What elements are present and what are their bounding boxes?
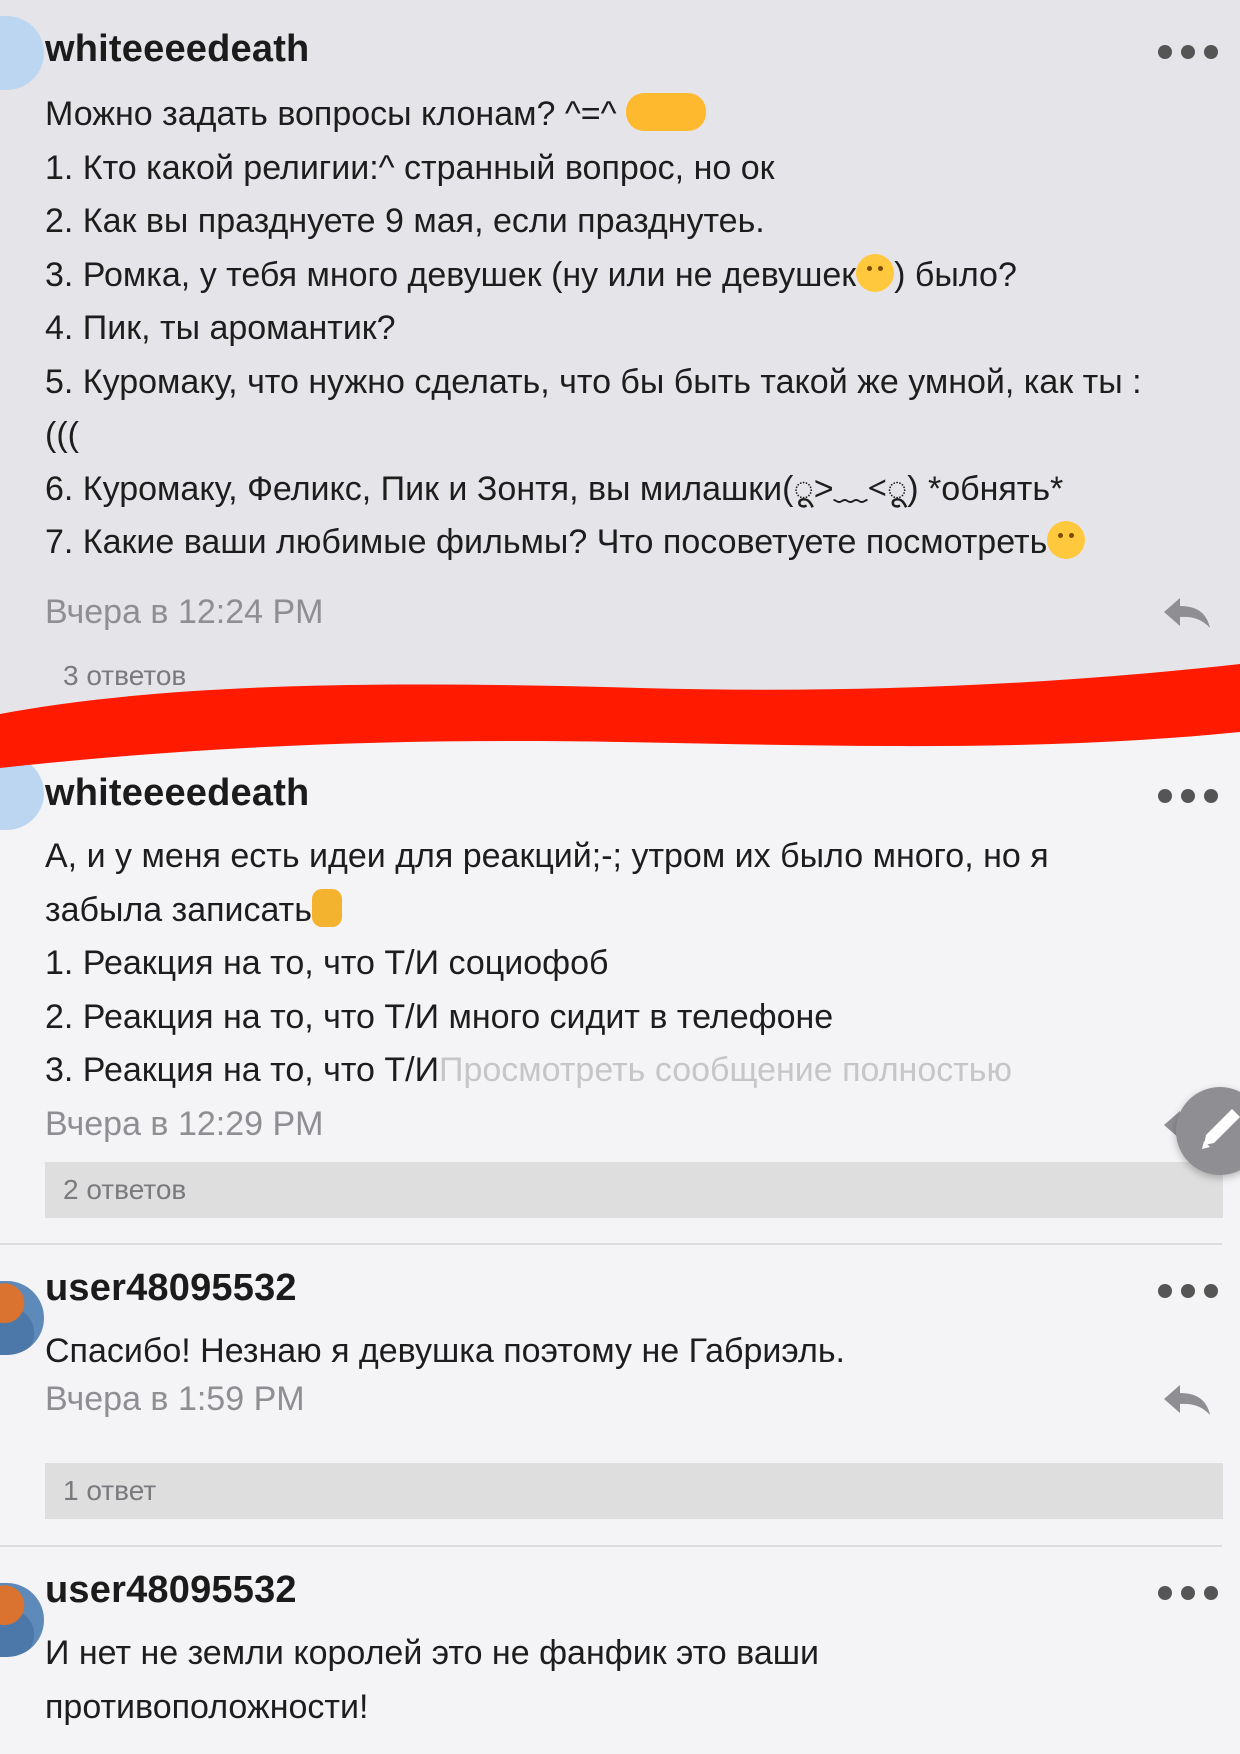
comment-4: user48095532 И нет не земли королей это … bbox=[0, 1547, 1240, 1754]
comment-line: 1. Кто какой религии:^ странный вопрос, … bbox=[45, 148, 775, 187]
pointing-hands-emoji bbox=[626, 93, 707, 131]
comment-body: А, и у меня есть идеи для реакций;-; утр… bbox=[45, 830, 1225, 1098]
kaomoji: ू>﹏<ू bbox=[793, 469, 908, 508]
comment-body: Спасибо! Незнаю я девушка поэтому не Габ… bbox=[45, 1325, 1225, 1379]
comment-line: 3. Ромка, у тебя много девушек (ну или н… bbox=[45, 253, 1017, 294]
avatar[interactable] bbox=[0, 16, 44, 90]
reply-icon[interactable] bbox=[1160, 592, 1214, 632]
comment-body: И нет не земли королей это не фанфик это… bbox=[45, 1627, 1225, 1734]
avatar[interactable] bbox=[0, 1583, 44, 1657]
comment-line: 2. Реакция на то, что Т/И много сидит в … bbox=[45, 997, 834, 1036]
more-options-icon[interactable] bbox=[1158, 42, 1218, 62]
replies-count[interactable]: 3 ответов bbox=[45, 648, 1223, 704]
timestamp: Вчера в 1:59 PM bbox=[45, 1380, 305, 1418]
thumbs-up-emoji bbox=[311, 888, 342, 927]
more-options-icon[interactable] bbox=[1158, 786, 1218, 806]
username[interactable]: whiteeeedeath bbox=[45, 772, 309, 815]
comment-body: Можно задать вопросы клонам? ^=^ 1. Кто … bbox=[45, 88, 1225, 570]
comment-line: ((( bbox=[45, 416, 79, 454]
more-options-icon[interactable] bbox=[1158, 1281, 1218, 1301]
timestamp: Вчера в 12:24 PM bbox=[45, 593, 324, 631]
smile-emoji bbox=[856, 253, 895, 292]
avatar[interactable] bbox=[0, 1281, 44, 1355]
comment-1: whiteeeedeath Можно задать вопросы клона… bbox=[0, 0, 1240, 730]
comment-line: 5. Куромаку, что нужно сделать, что бы б… bbox=[45, 362, 1142, 401]
replies-count[interactable]: 2 ответов bbox=[45, 1162, 1223, 1218]
comment-line: 4. Пик, ты аромантик? bbox=[45, 309, 396, 347]
comment-line: А, и у меня есть идеи для реакций;-; утр… bbox=[45, 837, 1049, 875]
comment-line: забыла записать bbox=[45, 884, 1225, 938]
comment-line: противоположности! bbox=[45, 1687, 369, 1726]
comment-line: Спасибо! Незнаю я девушка поэтому не Габ… bbox=[45, 1332, 845, 1370]
username[interactable]: user48095532 bbox=[45, 1267, 297, 1310]
comment-line: 1. Реакция на то, что Т/И социофоб bbox=[45, 944, 609, 982]
comment-line: 6. Куромаку, Феликс, Пик и Зонтя, вы мил… bbox=[45, 469, 1064, 508]
sneeze-emoji bbox=[1047, 521, 1086, 559]
view-full-message-link[interactable]: Просмотреть сообщение полностью bbox=[439, 1051, 1012, 1089]
comment-line: 2. Как вы празднуете 9 мая, если праздну… bbox=[45, 202, 765, 240]
comment-line: 3. Реакция на то, что Т/ИПросмотреть соо… bbox=[45, 1051, 1013, 1089]
comment-2: whiteeeedeath А, и у меня есть идеи для … bbox=[0, 730, 1240, 1245]
comment-line: И нет не земли королей это не фанфик это… bbox=[45, 1634, 820, 1672]
username[interactable]: user48095532 bbox=[45, 1569, 297, 1612]
comment-3: user48095532 Спасибо! Незнаю я девушка п… bbox=[0, 1245, 1240, 1547]
pencil-icon bbox=[1202, 1109, 1240, 1149]
edit-fab[interactable] bbox=[1176, 1087, 1240, 1175]
replies-count[interactable]: 1 ответ bbox=[45, 1463, 1223, 1519]
comment-line: Можно задать вопросы клонам? ^=^ bbox=[45, 88, 1225, 142]
avatar[interactable] bbox=[0, 756, 44, 830]
timestamp: Вчера в 12:29 PM bbox=[45, 1105, 324, 1143]
more-options-icon[interactable] bbox=[1158, 1583, 1218, 1603]
comment-line: 7. Какие ваши любимые фильмы? Что посове… bbox=[45, 516, 1225, 570]
username[interactable]: whiteeeedeath bbox=[45, 28, 309, 71]
reply-icon[interactable] bbox=[1160, 1379, 1214, 1419]
